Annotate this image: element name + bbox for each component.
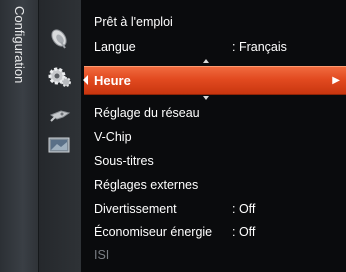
menu-item-label: Réglages externes bbox=[94, 178, 199, 192]
menu-item[interactable]: Réglage du réseau bbox=[94, 104, 346, 122]
menu-item-value: : Français bbox=[232, 40, 287, 54]
menu-item-label: Langue bbox=[94, 40, 136, 54]
menu-item[interactable]: Économiseur énergie : Off bbox=[94, 223, 346, 241]
menu-item[interactable]: Langue : Français bbox=[94, 38, 346, 56]
input-remote-icon[interactable] bbox=[45, 103, 75, 127]
category-icon-column bbox=[39, 0, 81, 272]
menu-item-label: Prêt à l'emploi bbox=[94, 15, 173, 29]
menu-item[interactable]: Sous-titres bbox=[94, 152, 346, 170]
menu-item-value: : Off bbox=[232, 225, 256, 239]
menu-item-label: Heure bbox=[94, 73, 131, 88]
selected-menu-item[interactable]: Heure ▶ bbox=[84, 66, 346, 95]
menu-item-disabled: ISI bbox=[94, 246, 346, 264]
application-image-icon[interactable] bbox=[45, 132, 75, 156]
settings-gear-icon[interactable] bbox=[45, 65, 75, 89]
category-tab[interactable]: Configuration bbox=[0, 0, 39, 272]
category-label: Configuration bbox=[12, 6, 27, 84]
scroll-down-icon bbox=[203, 96, 209, 100]
submenu-arrow-icon: ▶ bbox=[332, 75, 340, 86]
menu-item[interactable]: V-Chip bbox=[94, 128, 346, 146]
menu-item[interactable]: Divertissement : Off bbox=[94, 200, 346, 218]
menu-item-label: ISI bbox=[94, 248, 110, 262]
menu-item-label: V-Chip bbox=[94, 130, 132, 144]
menu-item-value: : Off bbox=[232, 202, 256, 216]
scroll-up-icon bbox=[203, 59, 209, 63]
menu-item-label: Économiseur énergie bbox=[94, 225, 213, 239]
menu-item[interactable]: Prêt à l'emploi bbox=[94, 13, 346, 31]
menu-item-label: Sous-titres bbox=[94, 154, 154, 168]
satellite-dish-icon[interactable] bbox=[45, 28, 75, 52]
menu-item-label: Réglage du réseau bbox=[94, 106, 200, 120]
selection-pointer-icon bbox=[83, 75, 88, 85]
menu-item-label: Divertissement bbox=[94, 202, 177, 216]
menu-item[interactable]: Réglages externes bbox=[94, 176, 346, 194]
